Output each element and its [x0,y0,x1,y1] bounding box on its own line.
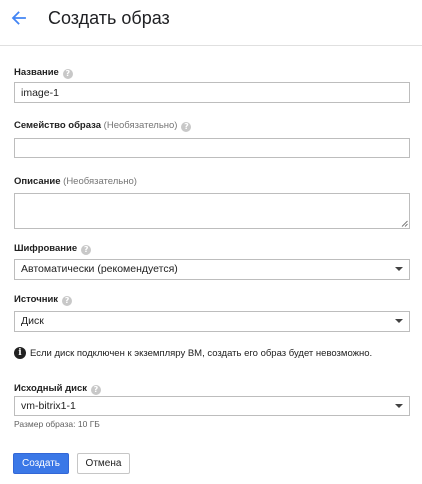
source-disk-select[interactable]: vm-bitrix1-1 [14,396,410,416]
help-icon[interactable]: ? [62,296,73,306]
source-disk-label: Исходный диск [14,383,87,394]
source-label: Источник [14,294,59,305]
description-optional-hint: (Необязательно) [63,176,137,187]
description-textarea[interactable] [15,194,409,228]
description-label-row: Описание (Необязательно) [14,176,137,188]
source-selected-value: Диск [21,315,44,327]
arrow-back-icon [11,11,26,25]
name-label: Название [14,67,59,78]
dropdown-arrow-icon [395,267,403,271]
name-field[interactable] [14,82,410,103]
image-size-note: Размер образа: 10 ГБ [14,419,100,429]
name-label-row: Название? [14,67,73,79]
encryption-label: Шифрование [14,243,78,254]
family-optional-hint: (Необязательно) [103,120,178,131]
family-field[interactable] [14,138,410,158]
name-input[interactable] [15,83,409,102]
dropdown-arrow-icon [395,319,403,323]
info-message: Если диск подключен к экземпляру ВМ, соз… [30,348,373,359]
encryption-select[interactable]: Автоматически (рекомендуется) [14,259,410,280]
help-icon[interactable]: ? [181,122,192,132]
help-icon[interactable]: ? [90,385,101,395]
family-label-row: Семейство образа (Необязательно)? [14,120,192,132]
resize-grip-icon[interactable] [401,220,408,227]
source-disk-label-row: Исходный диск? [14,383,101,395]
help-icon[interactable]: ? [62,69,73,79]
encryption-label-row: Шифрование? [14,243,92,255]
source-select[interactable]: Диск [14,311,410,332]
page-title: Создать образ [48,8,170,28]
page-header: Создать образ [0,0,422,46]
description-label: Описание [14,176,61,187]
info-icon: i [14,347,26,359]
create-button[interactable]: Создать [13,453,69,474]
cancel-button[interactable]: Отмена [77,453,130,474]
encryption-selected-value: Автоматически (рекомендуется) [21,263,178,275]
back-button[interactable] [8,8,28,28]
description-field[interactable] [14,193,410,229]
family-input[interactable] [15,139,409,157]
source-label-row: Источник? [14,294,73,306]
help-icon[interactable]: ? [81,245,92,255]
family-label: Семейство образа [14,120,102,131]
dropdown-arrow-icon [395,404,403,408]
source-disk-selected-value: vm-bitrix1-1 [21,400,76,412]
